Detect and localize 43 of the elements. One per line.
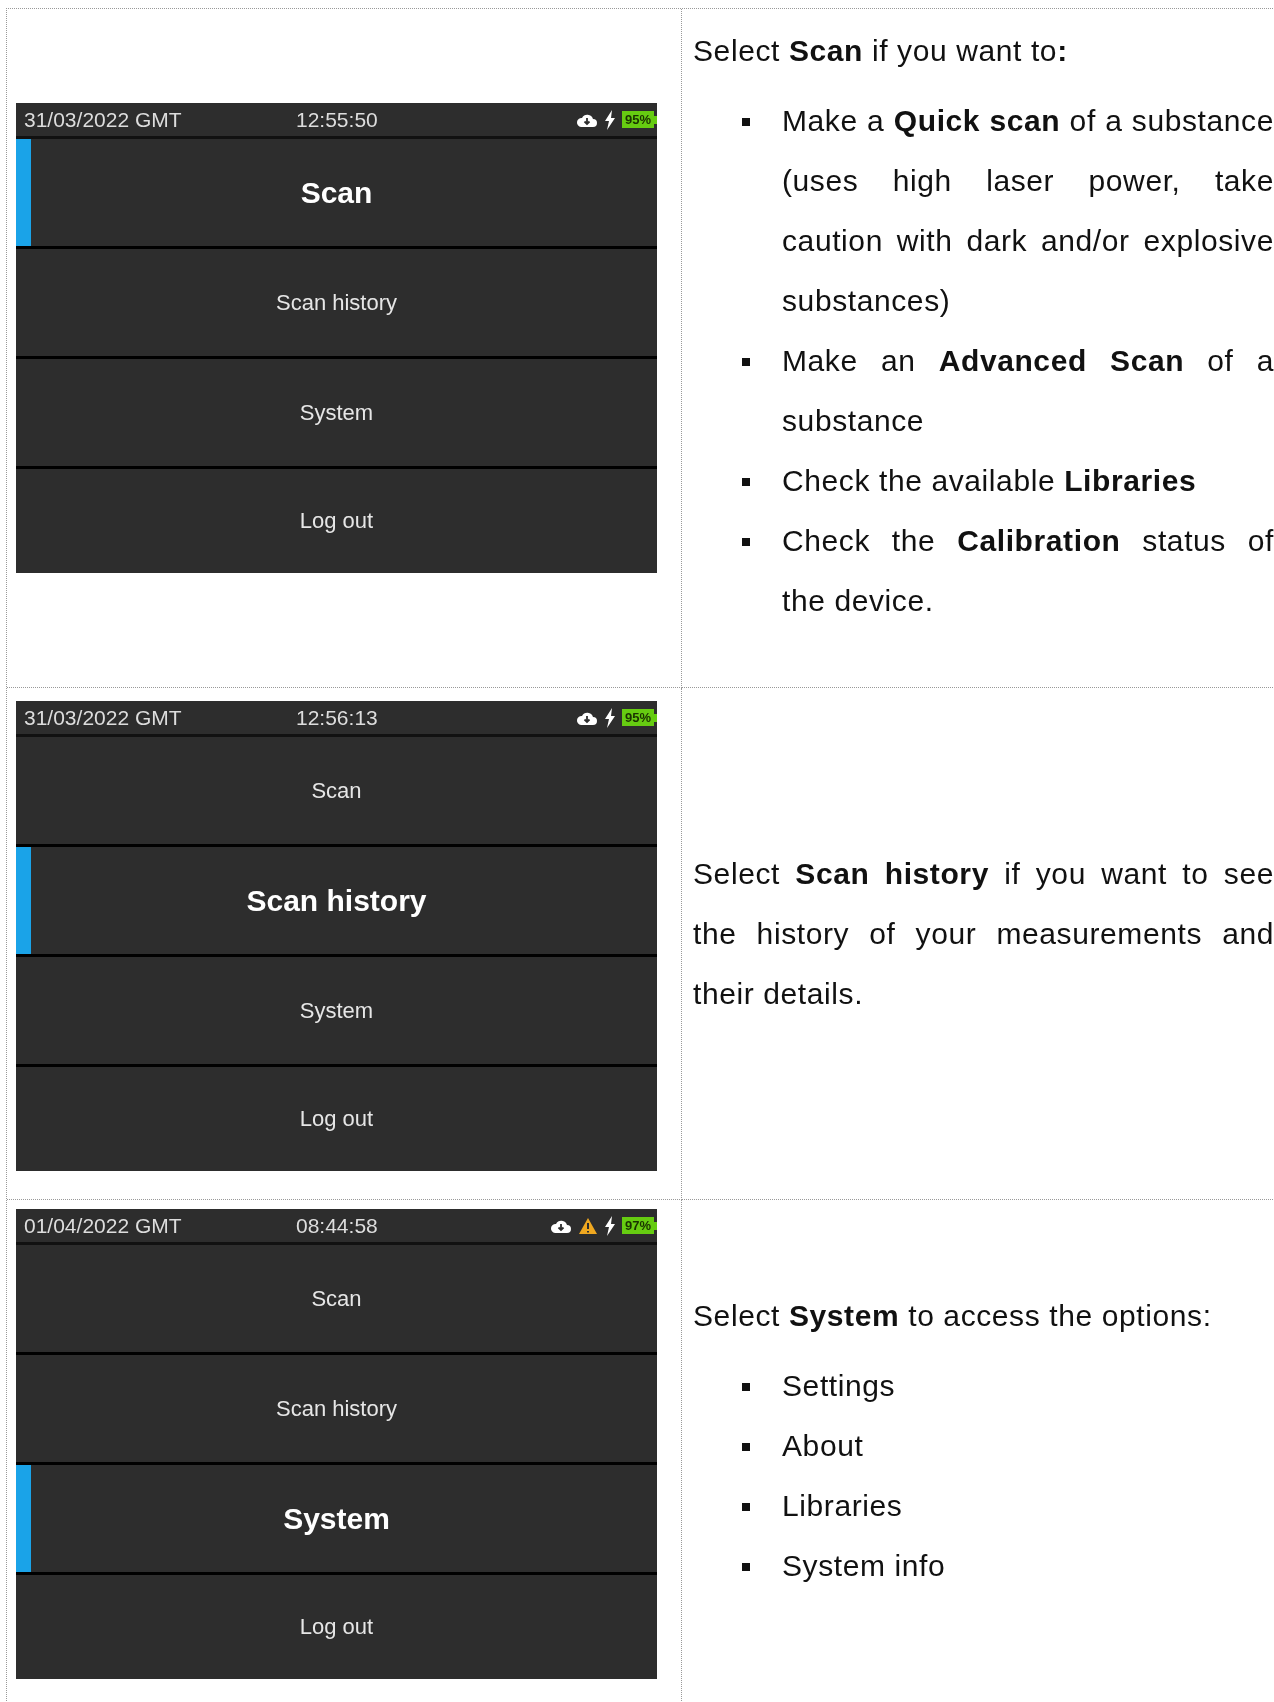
lightning-icon (603, 1215, 616, 1236)
battery-text: 95% (621, 111, 654, 128)
date-text: 31/03/2022 GMT (24, 705, 183, 730)
menu-item[interactable]: Scan history (16, 847, 657, 954)
description-text: Select Scan if you want to: (693, 33, 1069, 69)
menu-item[interactable]: Scan (16, 737, 657, 844)
time-text: 12:55:50 (296, 107, 379, 132)
date-text: 01/04/2022 GMT (24, 1213, 183, 1238)
bullet-icon (742, 358, 750, 366)
bullet-text: Make an Advanced Scan of a substance (782, 344, 1274, 437)
battery-text: 97% (621, 1217, 654, 1234)
menu-item[interactable]: System (16, 957, 657, 1064)
time-text: 08:44:58 (296, 1213, 379, 1238)
menu-item[interactable]: Scan (16, 1245, 657, 1352)
bullet-text: Make a Quick scan of a substance (uses high laser power, take caution with dark and/or explosive substances) (782, 104, 1274, 317)
bullet-icon (742, 1563, 750, 1571)
bullet-icon (742, 1503, 750, 1511)
menu-item[interactable]: Log out (16, 1067, 657, 1171)
bullet-icon (742, 1383, 750, 1391)
description-text: Select Scan history if you want to see the history of your measurements and their details. (693, 855, 1274, 1012)
menu-item[interactable]: Log out (16, 1575, 657, 1679)
bullet-text: About (782, 1429, 864, 1462)
bullet-text: Settings (782, 1369, 896, 1402)
menu-item[interactable]: Scan history (16, 1355, 657, 1462)
bullet-icon (742, 538, 750, 546)
lightning-icon (603, 109, 616, 130)
bullet-icon (742, 478, 750, 486)
menu-item[interactable]: System (16, 1465, 657, 1572)
date-text: 31/03/2022 GMT (24, 107, 183, 132)
menu-item[interactable]: Scan history (16, 249, 657, 356)
bullet-icon (742, 1443, 750, 1451)
bullet-text: Libraries (782, 1489, 903, 1522)
bullet-icon (742, 118, 750, 126)
menu-item[interactable]: Scan (16, 139, 657, 246)
menu-item[interactable]: Log out (16, 469, 657, 573)
bullet-text: System info (782, 1549, 946, 1582)
menu-item[interactable]: System (16, 359, 657, 466)
time-text: 12:56:13 (296, 705, 379, 730)
lightning-icon (603, 707, 616, 728)
bullet-text: Check the available Libraries (782, 464, 1197, 497)
bullet-text: Check the Calibration status of the device. (782, 524, 1274, 617)
battery-text: 95% (621, 709, 654, 726)
description-text: Select System to access the options: (693, 1298, 1213, 1334)
